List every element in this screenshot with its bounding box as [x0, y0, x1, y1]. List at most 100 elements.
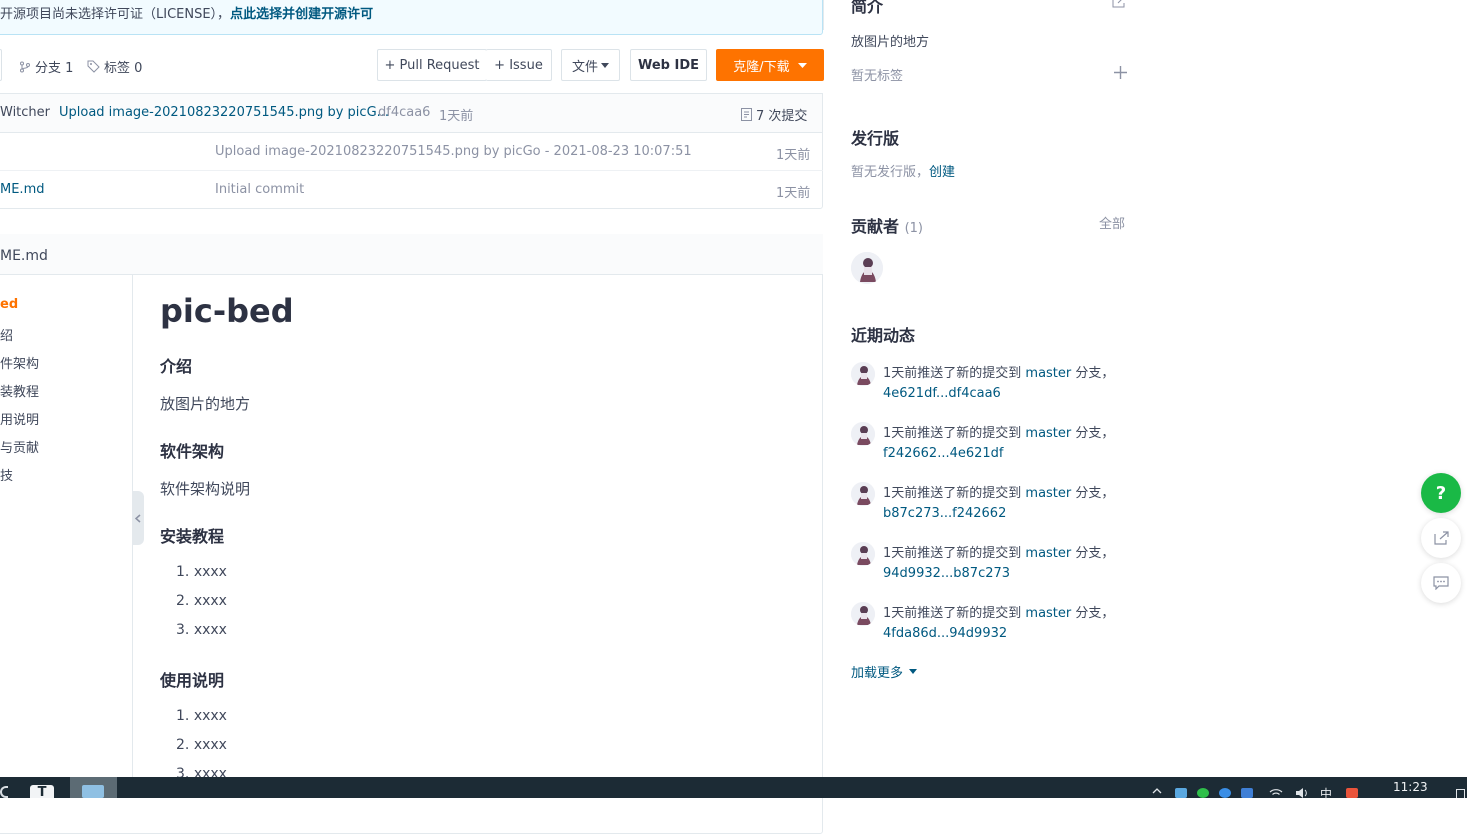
mail-icon[interactable] [1241, 788, 1253, 798]
branches-label: 分支 1 [35, 61, 74, 76]
edit-intro-icon[interactable] [1112, 0, 1126, 8]
activity-item: 1天前推送了新的提交到 master 分支， 4fda86d...94d9932 [883, 604, 1143, 644]
toc-item[interactable]: 绍 [0, 325, 13, 344]
releases-info: 暂无发行版，创建 [851, 161, 955, 180]
activity-item: 1天前推送了新的提交到 master 分支， 4e621df...df4caa6 [883, 364, 1143, 404]
ime-indicator[interactable]: 中 [1320, 785, 1332, 802]
branch-select-edge[interactable] [0, 49, 2, 81]
file-commit-message[interactable]: Upload image-20210823220751545.png by pi… [215, 144, 692, 159]
license-message: 开源项目尚未选择许可证（LICENSE）， [0, 7, 231, 22]
activity-avatar[interactable] [851, 482, 875, 506]
clone-label: 克隆/下载 [733, 59, 790, 75]
row-divider [0, 170, 823, 171]
chevron-up-icon[interactable] [1152, 788, 1162, 794]
activity-avatar[interactable] [851, 542, 875, 566]
activity-avatar[interactable] [851, 602, 875, 626]
branch-link[interactable]: master [1025, 546, 1071, 561]
create-license-link[interactable]: 点此选择并创建开源许可 [230, 7, 373, 22]
pull-request-button[interactable]: + Pull Request [377, 49, 487, 81]
file-name[interactable]: ME.md [0, 182, 44, 197]
list-item-text: xxxx [193, 708, 227, 724]
commit-time: 1天前 [439, 109, 474, 124]
tags-link[interactable]: 标签 0 [87, 57, 142, 76]
toc-item[interactable]: 与贡献 [0, 437, 39, 456]
toc-item[interactable]: 用说明 [0, 409, 39, 428]
list-item: 3. xxxx [176, 622, 227, 638]
activity-text: 1天前推送了新的提交到 [883, 486, 1026, 501]
activity-avatar[interactable] [851, 422, 875, 446]
commit-range-link[interactable]: 4fda86d...94d9932 [883, 626, 1007, 641]
load-more-label: 加载更多 [851, 666, 904, 681]
toc-collapse-toggle[interactable] [132, 491, 144, 545]
branch-link[interactable]: master [1025, 486, 1071, 501]
list-item-text: xxxx [193, 564, 227, 580]
help-button[interactable]: ? [1421, 473, 1461, 513]
readme-header [0, 234, 823, 275]
web-ide-button[interactable]: Web IDE [630, 49, 707, 81]
no-release-text: 暂无发行版， [851, 165, 930, 180]
activity-item: 1天前推送了新的提交到 master 分支， 94d9932...b87c273 [883, 544, 1143, 584]
commit-range-link[interactable]: f242662...4e621df [883, 446, 1004, 461]
commit-range-link[interactable]: b87c273...f242662 [883, 506, 1006, 521]
list-item: 2. xxxx [176, 737, 227, 753]
all-contributors-link[interactable]: 全部 [1099, 213, 1125, 232]
contributor-avatar[interactable] [851, 252, 883, 284]
toc-item[interactable]: 技 [0, 465, 13, 484]
commit-count-link[interactable]: 7 次提交 [741, 105, 807, 124]
share-button[interactable] [1421, 518, 1461, 558]
toc-item[interactable]: 装教程 [0, 381, 39, 400]
file-dropdown-button[interactable]: 文件 [561, 49, 620, 81]
notification-icon[interactable] [1456, 789, 1465, 798]
branch-link[interactable]: master [1025, 366, 1071, 381]
no-tags-text: 暂无标签 [851, 69, 904, 84]
commit-count-label: 7 次提交 [756, 109, 808, 124]
network-drive-icon[interactable] [1175, 788, 1187, 798]
add-tag-icon[interactable] [1114, 66, 1127, 79]
commit-author[interactable]: Witcher [0, 105, 50, 120]
activity-item: 1天前推送了新的提交到 master 分支， b87c273...f242662 [883, 484, 1143, 524]
html5-icon[interactable] [1346, 788, 1358, 798]
intro-title: 简介 [851, 0, 884, 16]
readme-panel [0, 234, 823, 834]
volume-icon[interactable] [1295, 788, 1309, 798]
clock[interactable]: 11:23 [1393, 780, 1428, 794]
list-item-text: xxxx [193, 622, 227, 638]
activity-text: 分支， [1071, 606, 1115, 621]
taskbar-active-app[interactable] [70, 777, 117, 798]
commit-range-link[interactable]: 4e621df...df4caa6 [883, 386, 1001, 401]
load-more-button[interactable]: 加载更多 [851, 662, 918, 681]
readme-filename[interactable]: ME.md [0, 248, 48, 264]
branch-link[interactable]: master [1025, 606, 1071, 621]
activity-title: 近期动态 [851, 326, 916, 345]
file-commit-time: 1天前 [776, 148, 811, 163]
releases-title: 发行版 [851, 129, 900, 148]
wifi-icon[interactable] [1269, 788, 1283, 798]
readme-paragraph: 放图片的地方 [160, 395, 251, 413]
activity-text: 分支， [1071, 486, 1115, 501]
commit-hash[interactable]: df4caa6 [378, 105, 430, 120]
messenger-icon[interactable] [1219, 788, 1231, 798]
feedback-button[interactable] [1421, 563, 1461, 603]
typora-app-icon[interactable]: T [30, 785, 54, 800]
readme-heading: 软件架构 [160, 442, 225, 461]
activity-text: 1天前推送了新的提交到 [883, 366, 1026, 381]
activity-avatar[interactable] [851, 362, 875, 386]
tag-icon [87, 60, 100, 73]
search-icon[interactable] [0, 786, 8, 798]
commit-message-link[interactable]: Upload image-20210823220751545.png by pi… [59, 105, 389, 120]
issue-button[interactable]: + Issue [486, 49, 552, 81]
commit-range-link[interactable]: 94d9932...b87c273 [883, 566, 1010, 581]
toc-item[interactable]: ed [0, 297, 18, 312]
wechat-icon[interactable] [1197, 788, 1209, 798]
contributors-title: 贡献者 (1) [851, 213, 923, 237]
toc-item[interactable]: 件架构 [0, 353, 39, 372]
file-commit-message[interactable]: Initial commit [215, 182, 304, 197]
branches-link[interactable]: 分支 1 [19, 57, 73, 76]
branch-link[interactable]: master [1025, 426, 1071, 441]
create-release-link[interactable]: 创建 [929, 165, 955, 180]
clone-download-button[interactable]: 克隆/下载 [716, 49, 824, 81]
share-icon [1433, 531, 1449, 545]
activity-text: 分支， [1071, 366, 1115, 381]
branch-icon [19, 61, 31, 73]
readme-heading: 安装教程 [160, 527, 225, 546]
